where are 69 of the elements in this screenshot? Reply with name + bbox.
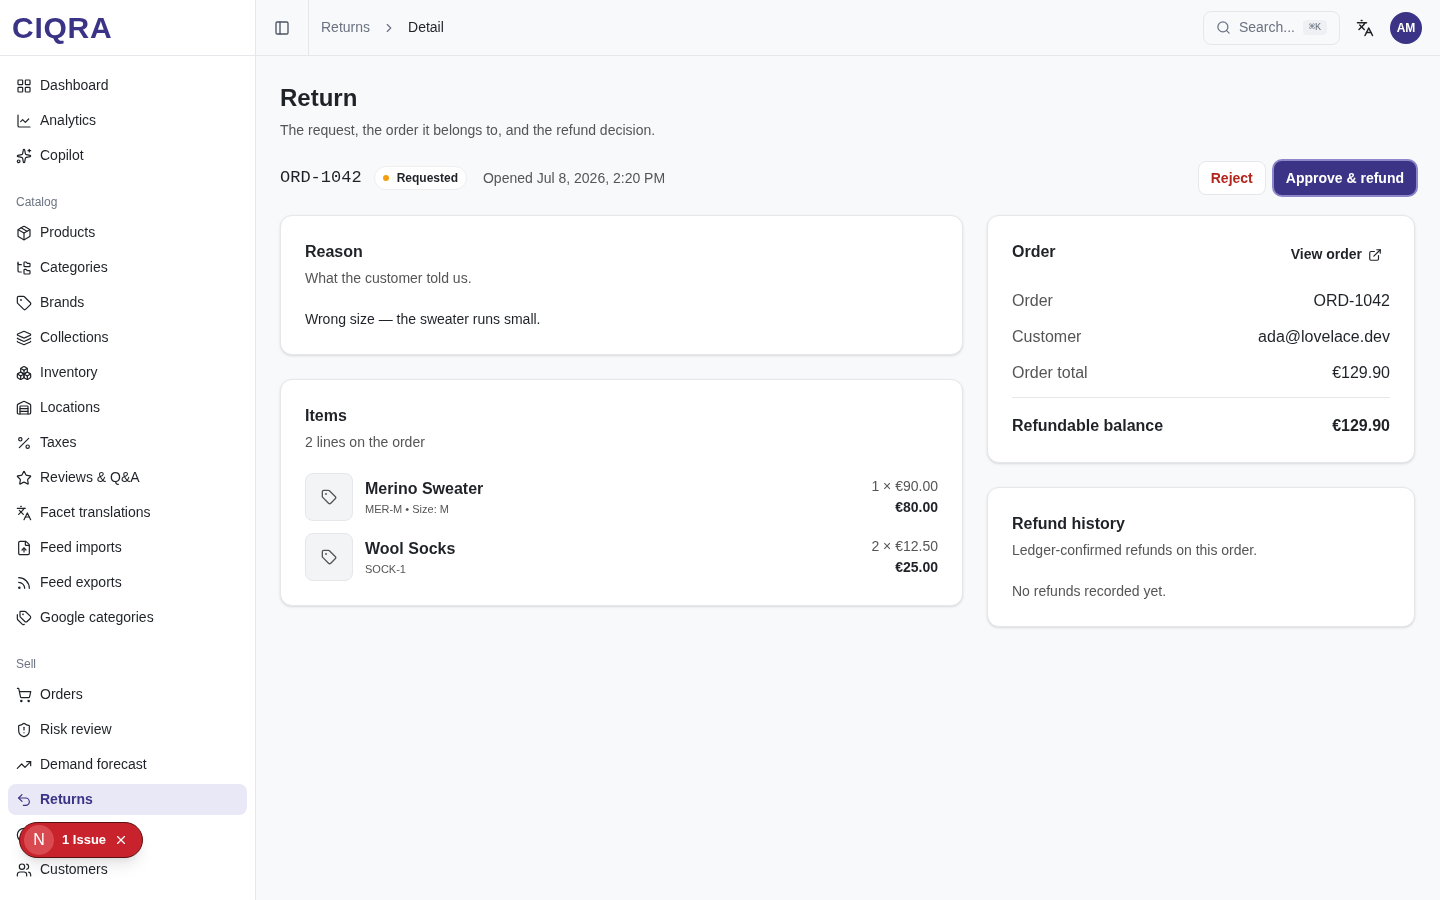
card-title: Reason xyxy=(305,242,364,262)
user-avatar[interactable]: AM xyxy=(1390,11,1422,44)
row-label: Order total xyxy=(1012,363,1088,383)
breadcrumb-item[interactable]: Returns xyxy=(321,17,371,38)
section-heading: Catalog xyxy=(15,194,59,211)
external-link-icon xyxy=(1368,247,1382,262)
sidebar-item[interactable]: Brands xyxy=(8,287,247,318)
reason-text: Wrong size — the sweater runs small. xyxy=(305,310,542,329)
product-name: Merino Sweater xyxy=(365,478,484,499)
unit-price: 2 × €12.50 xyxy=(871,537,938,556)
line-total: €25.00 xyxy=(895,558,938,577)
balance-label: Refundable balance xyxy=(1012,416,1164,436)
sidebar-item[interactable]: Taxes xyxy=(8,427,247,458)
line-total: €80.00 xyxy=(895,498,938,517)
brand-logo[interactable]: CIQRA xyxy=(12,5,113,50)
view-order-link[interactable]: View order xyxy=(1290,244,1382,265)
balance-value: €129.90 xyxy=(1332,416,1390,436)
sidebar-item[interactable]: Collections xyxy=(8,322,247,353)
breadcrumb-item: Detail xyxy=(408,18,444,37)
tag-icon xyxy=(321,549,337,565)
empty-message: No refunds recorded yet. xyxy=(1012,582,1168,601)
card-title: Order xyxy=(1012,242,1056,262)
sidebar-item[interactable]: Returns xyxy=(8,784,247,815)
row-value: €129.90 xyxy=(1332,363,1390,383)
row-value: ORD-1042 xyxy=(1313,291,1390,311)
tag-icon xyxy=(321,489,337,505)
search-icon xyxy=(1215,20,1231,35)
card-title: Items xyxy=(305,406,348,426)
reject-button[interactable]: Reject xyxy=(1197,161,1266,195)
status-badge: Requested xyxy=(373,166,467,190)
issue-toast[interactable]: N 1 Issue xyxy=(19,822,143,858)
row-label: Order xyxy=(1012,291,1053,311)
unit-price: 1 × €90.00 xyxy=(871,477,938,496)
card-subtitle: What the customer told us. xyxy=(305,269,473,288)
product-meta: SOCK-1 xyxy=(365,561,407,577)
sidebar-item[interactable]: Feed imports xyxy=(8,532,247,563)
page-subtitle: The request, the order it belongs to, and the refund decision. xyxy=(280,121,657,140)
card-subtitle: 2 lines on the order xyxy=(305,433,426,452)
row-value: ada@lovelace.dev xyxy=(1258,327,1390,347)
sidebar-item[interactable]: Copilot xyxy=(8,140,247,171)
sidebar-toggle-icon xyxy=(274,19,290,36)
row-label: Customer xyxy=(1012,327,1082,347)
product-name: Wool Socks xyxy=(365,538,456,559)
page-title: Return xyxy=(280,83,359,113)
search-field[interactable]: Search... ⌘K xyxy=(1202,10,1340,45)
card-subtitle: Ledger-confirmed refunds on this order. xyxy=(1012,541,1259,560)
sidebar-item[interactable]: Inventory xyxy=(8,357,247,388)
product-meta: MER-M • Size: M xyxy=(365,501,450,517)
toast-text: 1 Issue xyxy=(62,831,107,850)
sidebar-item[interactable]: Analytics xyxy=(8,105,247,136)
toast-letter: N xyxy=(24,825,54,855)
order-id: ORD-1042 xyxy=(280,167,362,190)
sidebar-item[interactable]: Locations xyxy=(8,392,247,423)
sidebar-item[interactable]: Risk review xyxy=(8,714,247,745)
card-title: Refund history xyxy=(1012,514,1126,534)
sidebar-item[interactable]: Orders xyxy=(8,679,247,710)
sidebar-item[interactable]: Products xyxy=(8,217,247,248)
sidebar-item[interactable]: Dashboard xyxy=(8,70,247,101)
translate-icon xyxy=(1356,18,1374,37)
opened-date: Opened Jul 8, 2026, 2:20 PM xyxy=(483,168,666,188)
sidebar-item[interactable]: Facet translations xyxy=(8,497,247,528)
sidebar-item[interactable]: Demand forecast xyxy=(8,749,247,780)
sidebar-item[interactable]: Google categories xyxy=(8,602,247,633)
section-heading: Sell xyxy=(15,656,37,673)
shortcut-key: ⌘K xyxy=(1302,20,1327,35)
sidebar-item[interactable]: Categories xyxy=(8,252,247,283)
sidebar-item[interactable]: Reviews & Q&A xyxy=(8,462,247,493)
sidebar-item[interactable]: Feed exports xyxy=(8,567,247,598)
approve-button[interactable]: Approve & refund xyxy=(1273,161,1416,195)
